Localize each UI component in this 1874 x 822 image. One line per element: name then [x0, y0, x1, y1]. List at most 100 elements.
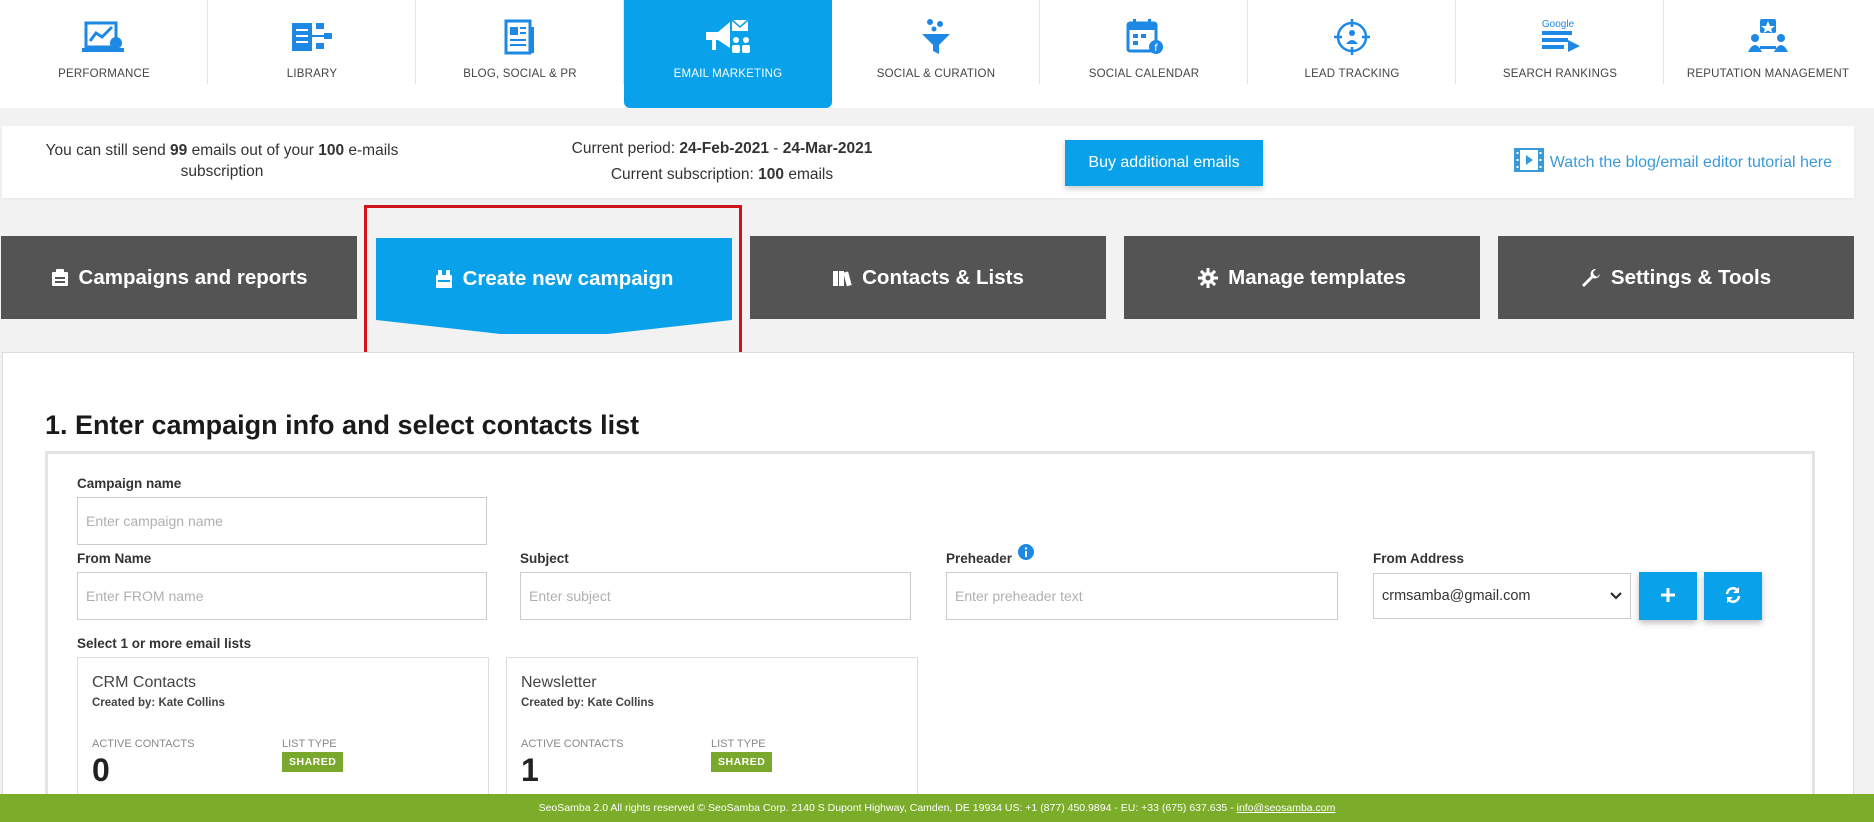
- tutorial-link-text: Watch the blog/email editor tutorial her…: [1549, 153, 1832, 171]
- nav-item-search-rankings[interactable]: Google SEARCH RANKINGS: [1456, 0, 1664, 108]
- nav-label: REPUTATION MANAGEMENT: [1686, 68, 1850, 80]
- period-start: 24-Feb-2021: [679, 140, 769, 157]
- tutorial-link[interactable]: Watch the blog/email editor tutorial her…: [1513, 148, 1832, 177]
- list-creator: Created by: Kate Collins: [521, 697, 654, 709]
- refresh-icon: [1724, 586, 1742, 607]
- from-address-select[interactable]: crmsamba@gmail.com: [1373, 573, 1631, 619]
- subscription-suffix: emails: [784, 166, 834, 183]
- top-navigation: PERFORMANCE LIBRARY BLOG, SOCIAL & PR EM…: [0, 0, 1874, 108]
- reports-icon: [51, 268, 69, 287]
- nav-label: SOCIAL CALENDAR: [1088, 68, 1200, 80]
- select-lists-label: Select 1 or more email lists: [77, 636, 252, 651]
- preheader-input[interactable]: [946, 572, 1338, 620]
- nav-label: SOCIAL & CURATION: [876, 68, 996, 80]
- nav-label: LIBRARY: [286, 68, 338, 80]
- plus-icon: [1660, 587, 1676, 606]
- nav-label: SEARCH RANKINGS: [1502, 68, 1618, 80]
- period-label: Current period:: [571, 140, 680, 157]
- footer-text: SeoSamba 2.0 All rights reserved © SeoSa…: [538, 802, 1237, 814]
- subscription-period: Current period: 24-Feb-2021 - 24-Mar-202…: [512, 136, 932, 188]
- list-type-label: LIST TYPE: [282, 738, 337, 750]
- tab-label: Campaigns and reports: [78, 265, 308, 289]
- from-address-value: crmsamba@gmail.com: [1382, 588, 1531, 604]
- blog-document-icon: [496, 16, 544, 58]
- from-address-label: From Address: [1373, 551, 1465, 566]
- tab-label: Manage templates: [1228, 265, 1406, 289]
- gear-icon: [1198, 267, 1219, 288]
- from-name-input[interactable]: [77, 572, 487, 620]
- funnel-curation-icon: [912, 16, 960, 58]
- preheader-label-wrap: Preheader: [946, 544, 1035, 566]
- library-icon: [288, 16, 336, 58]
- nav-item-blog-social-pr[interactable]: BLOG, SOCIAL & PR: [416, 0, 624, 108]
- current-period: Current period: 24-Feb-2021 - 24-Mar-202…: [512, 136, 932, 162]
- google-icon-text: Google: [1542, 19, 1575, 30]
- contacts-books-icon: [832, 269, 852, 287]
- reputation-star-icon: [1744, 16, 1792, 58]
- subscription-value: 100: [758, 166, 785, 183]
- active-contacts-count: 0: [92, 752, 110, 788]
- list-type-label: LIST TYPE: [711, 738, 766, 750]
- svg-text:f: f: [1154, 43, 1158, 54]
- calendar-icon: f: [1120, 16, 1168, 58]
- list-name: CRM Contacts: [92, 674, 197, 691]
- performance-chart-icon: [80, 16, 128, 58]
- create-campaign-icon: [435, 269, 453, 289]
- nav-item-library[interactable]: LIBRARY: [208, 0, 416, 108]
- tab-campaigns-and-reports[interactable]: Campaigns and reports: [1, 236, 357, 319]
- preheader-label: Preheader: [946, 551, 1013, 566]
- current-subscription: Current subscription: 100 emails: [512, 162, 932, 188]
- from-name-label: From Name: [77, 551, 152, 566]
- campaign-name-label: Campaign name: [77, 476, 182, 491]
- list-card-newsletter[interactable]: Newsletter Created by: Kate Collins ACTI…: [506, 657, 918, 797]
- email-quota-text: You can still send 99 emails out of your…: [32, 140, 412, 182]
- campaign-form-panel: 1. Enter campaign info and select contac…: [2, 352, 1854, 822]
- footer-email-link[interactable]: info@seosamba.com: [1237, 802, 1336, 814]
- nav-label: LEAD TRACKING: [1304, 68, 1400, 80]
- nav-label: EMAIL MARKETING: [673, 68, 783, 80]
- quota-middle: emails out of your: [187, 142, 319, 159]
- list-card-crm-contacts[interactable]: CRM Contacts Created by: Kate Collins AC…: [77, 657, 489, 797]
- tab-label: Create new campaign: [462, 267, 674, 290]
- campaign-tabs: Campaigns and reports Create new campaig…: [1, 236, 1855, 320]
- quota-total: 100: [318, 142, 345, 159]
- section-title: 1. Enter campaign info and select contac…: [45, 410, 640, 440]
- nav-item-social-calendar[interactable]: f SOCIAL CALENDAR: [1040, 0, 1248, 108]
- chevron-down-icon: [1610, 588, 1622, 604]
- tab-contacts-and-lists[interactable]: Contacts & Lists: [750, 236, 1106, 319]
- info-icon[interactable]: [1018, 544, 1035, 560]
- nav-item-lead-tracking[interactable]: LEAD TRACKING: [1248, 0, 1456, 108]
- nav-item-performance[interactable]: PERFORMANCE: [0, 0, 208, 108]
- tab-create-new-campaign[interactable]: Create new campaign: [376, 238, 732, 320]
- list-type-badge: SHARED: [711, 752, 773, 772]
- nav-item-social-curation[interactable]: SOCIAL & CURATION: [832, 0, 1040, 108]
- nav-item-email-marketing[interactable]: EMAIL MARKETING: [624, 0, 832, 108]
- google-rankings-icon: Google: [1536, 16, 1584, 58]
- subscription-label: Current subscription:: [610, 166, 759, 183]
- campaign-name-input[interactable]: [77, 497, 487, 545]
- subject-input[interactable]: [520, 572, 911, 620]
- add-from-address-button[interactable]: [1639, 572, 1697, 620]
- quota-prefix: You can still send: [45, 142, 171, 159]
- nav-label: BLOG, SOCIAL & PR: [463, 68, 577, 80]
- video-film-icon: [1513, 148, 1550, 177]
- email-marketing-megaphone-icon: [704, 16, 752, 58]
- refresh-from-address-button[interactable]: [1704, 572, 1762, 620]
- active-contacts-label: ACTIVE CONTACTS: [92, 738, 195, 750]
- period-separator: -: [768, 140, 783, 157]
- subscription-info-bar: You can still send 99 emails out of your…: [2, 126, 1854, 198]
- buy-additional-emails-button[interactable]: Buy additional emails: [1065, 140, 1263, 186]
- list-name: Newsletter: [521, 674, 597, 691]
- nav-label: PERFORMANCE: [58, 68, 150, 80]
- period-end: 24-Mar-2021: [782, 140, 873, 157]
- nav-item-reputation-management[interactable]: REPUTATION MANAGEMENT: [1664, 0, 1872, 108]
- list-creator: Created by: Kate Collins: [92, 697, 225, 709]
- tab-label: Settings & Tools: [1610, 265, 1772, 289]
- tab-manage-templates[interactable]: Manage templates: [1124, 236, 1480, 319]
- tab-settings-and-tools[interactable]: Settings & Tools: [1498, 236, 1854, 319]
- subject-label: Subject: [520, 551, 569, 566]
- active-contacts-count: 1: [521, 752, 539, 788]
- tab-label: Contacts & Lists: [862, 265, 1024, 289]
- quota-remaining: 99: [170, 142, 188, 159]
- active-contacts-label: ACTIVE CONTACTS: [521, 738, 624, 750]
